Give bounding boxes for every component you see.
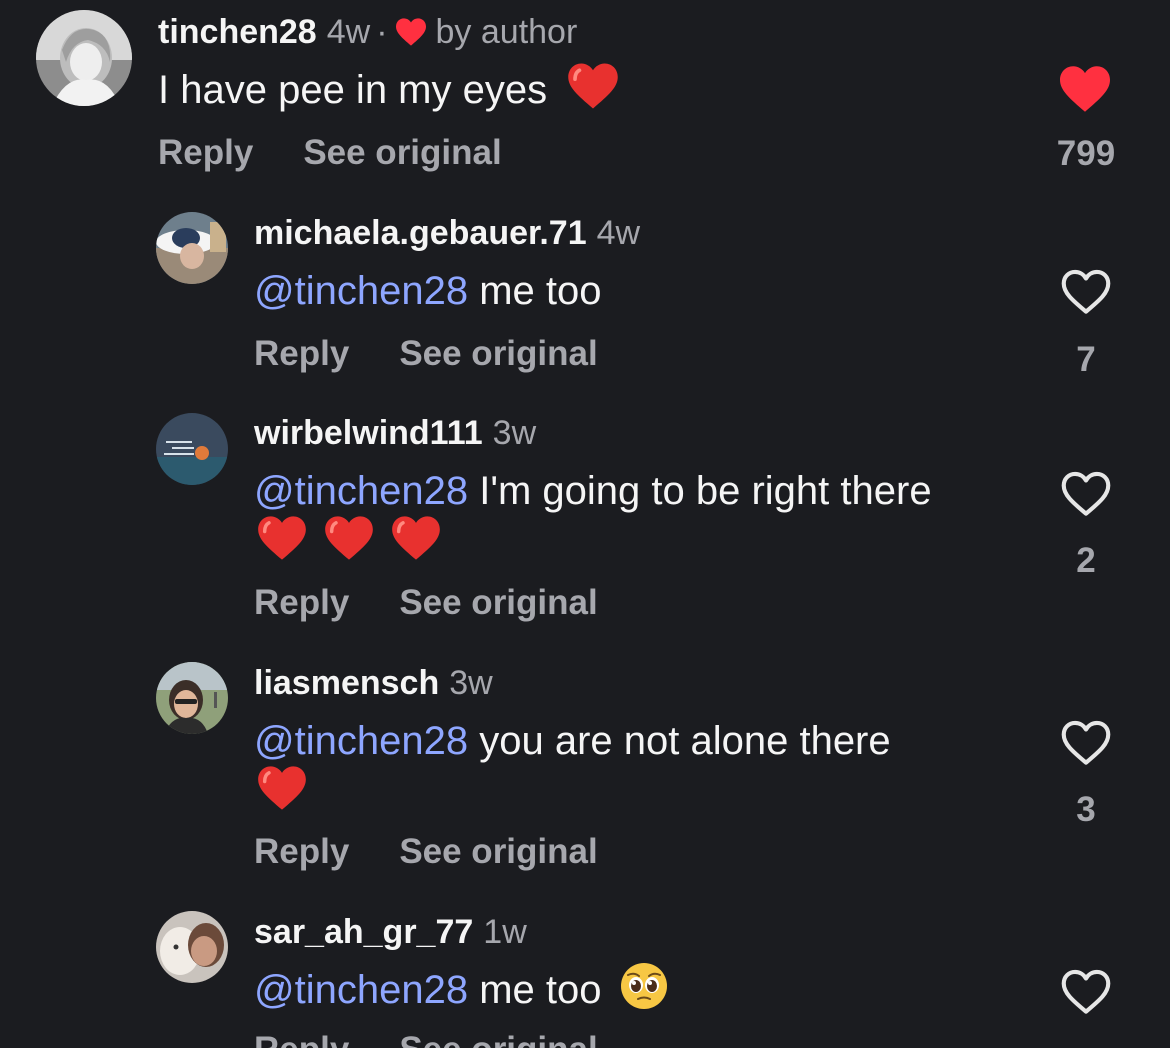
separator: ·	[376, 13, 388, 51]
comment-emoji-line	[256, 761, 308, 821]
timestamp: 3w	[449, 664, 493, 702]
comment-actions: Reply See original	[254, 1030, 598, 1048]
comments-thread: tinchen28 4w · by author I have pee in my e…	[0, 0, 1170, 1048]
like-count: 3	[1076, 790, 1096, 829]
see-original-button[interactable]: See original	[303, 133, 501, 172]
red-heart-emoji	[258, 766, 306, 810]
reply-button[interactable]: Reply	[254, 583, 349, 622]
like-count: 7	[1076, 340, 1096, 379]
like-count: 799	[1056, 134, 1116, 173]
see-original-button[interactable]: See original	[399, 583, 597, 622]
avatar[interactable]	[156, 413, 228, 485]
comment-body: you are not alone there	[479, 719, 891, 763]
red-heart-emoji	[568, 63, 618, 109]
comment-header: michaela.gebauer.71 4w	[254, 213, 640, 253]
red-heart-emoji	[392, 516, 441, 560]
comment-emoji-line	[256, 511, 442, 571]
avatar[interactable]	[156, 212, 228, 284]
username[interactable]: liasmensch	[254, 664, 439, 702]
avatar[interactable]	[156, 911, 228, 983]
comment-actions: Reply See original	[254, 583, 598, 623]
comment-header: wirbelwind111 3w	[254, 413, 536, 453]
comment-actions: Reply See original	[254, 832, 598, 872]
heart-outline-icon[interactable]	[1059, 268, 1113, 316]
timestamp: 3w	[492, 414, 537, 452]
by-author-badge: by author	[435, 13, 578, 51]
timestamp: 4w	[326, 13, 371, 51]
username[interactable]: sar_ah_gr_77	[254, 913, 473, 951]
comment-body: me too	[479, 269, 602, 313]
mention-link[interactable]: @tinchen28	[254, 719, 468, 763]
username[interactable]: tinchen28	[158, 13, 317, 51]
timestamp: 4w	[596, 214, 641, 252]
author-like-heart-icon	[395, 18, 426, 46]
heart-filled-icon[interactable]	[1057, 64, 1113, 114]
heart-outline-icon[interactable]	[1059, 719, 1113, 767]
see-original-button[interactable]: See original	[399, 832, 597, 871]
pleading-face-emoji	[620, 963, 667, 1009]
mention-link[interactable]: @tinchen28	[254, 968, 468, 1012]
comment-header: liasmensch 3w	[254, 663, 493, 703]
comment-body: I'm going to be right there	[479, 469, 932, 513]
timestamp: 1w	[483, 913, 527, 951]
red-heart-emoji	[258, 516, 306, 560]
comment-text: @tinchen28 me too	[254, 960, 669, 1020]
comment-text: I have pee in my eyes	[158, 60, 620, 120]
red-heart-emoji	[325, 516, 373, 560]
comment-text: @tinchen28 you are not alone there	[254, 711, 891, 771]
avatar[interactable]	[36, 10, 132, 106]
heart-outline-icon[interactable]	[1059, 470, 1113, 518]
comment-actions: Reply See original	[254, 334, 598, 374]
reply-button[interactable]: Reply	[158, 133, 253, 172]
comment-header: sar_ah_gr_77 1w	[254, 912, 527, 952]
comment-actions: Reply See original	[158, 133, 502, 173]
see-original-button[interactable]: See original	[399, 334, 597, 373]
avatar[interactable]	[156, 662, 228, 734]
heart-outline-icon[interactable]	[1059, 968, 1113, 1016]
username[interactable]: michaela.gebauer.71	[254, 214, 587, 252]
reply-button[interactable]: Reply	[254, 1030, 349, 1048]
comment-text: @tinchen28 me too	[254, 261, 602, 321]
comment-body: I have pee in my eyes	[158, 68, 548, 112]
comment-header: tinchen28 4w · by author	[158, 12, 577, 52]
mention-link[interactable]: @tinchen28	[254, 469, 468, 513]
reply-button[interactable]: Reply	[254, 334, 349, 373]
reply-button[interactable]: Reply	[254, 832, 349, 871]
mention-link[interactable]: @tinchen28	[254, 269, 468, 313]
see-original-button[interactable]: See original	[399, 1030, 597, 1048]
like-count: 2	[1076, 541, 1096, 580]
username[interactable]: wirbelwind111	[254, 414, 483, 452]
comment-body: me too	[479, 968, 602, 1012]
